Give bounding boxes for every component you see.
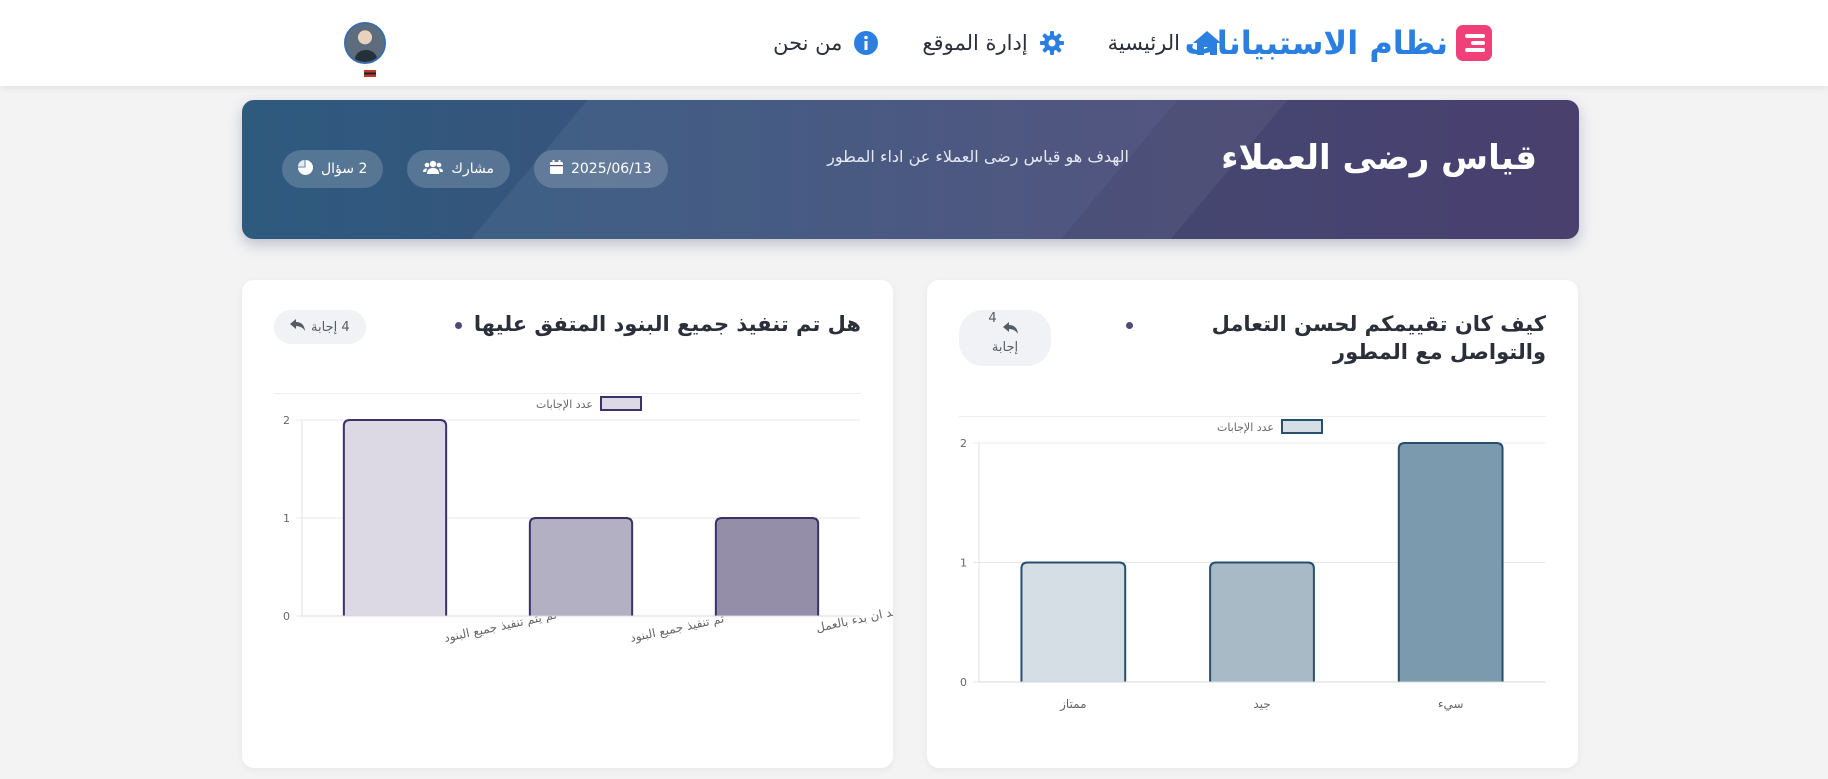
x-tick-label: تم تنفيذ جميع البنود xyxy=(629,611,726,646)
nav-item-about[interactable]: من نحن xyxy=(773,31,879,55)
y-tick-label: 0 xyxy=(283,610,290,623)
legend-swatch xyxy=(1281,419,1323,434)
home-icon xyxy=(1192,30,1222,56)
brand[interactable]: نظام الاستبيانات xyxy=(1185,18,1492,68)
language-flag-icon[interactable] xyxy=(364,70,376,77)
pie-chart-icon xyxy=(298,159,313,179)
survey-header-banner: قياس رضى العملاء الهدف هو قياس رضى العمل… xyxy=(242,100,1579,239)
x-tick-label: طلب مني المطور تعديل بعض البنود بعد ان ب… xyxy=(815,565,893,635)
legend-swatch xyxy=(600,396,642,411)
legend-label: عدد الإجابات xyxy=(1217,421,1274,434)
date-pill: 2025/06/13 xyxy=(533,150,668,188)
x-tick-label: ممتاز xyxy=(1059,697,1086,712)
users-icon xyxy=(423,160,444,178)
brand-title: نظام الاستبيانات xyxy=(1184,24,1448,62)
nav-item-home[interactable]: الرئيسية xyxy=(1108,30,1222,56)
bar xyxy=(342,419,448,616)
survey-meta: 2 سؤال مشارك 2025/06/13 xyxy=(282,150,668,188)
y-tick-label: 0 xyxy=(960,676,967,689)
survey-date: 2025/06/13 xyxy=(570,161,652,177)
bar xyxy=(528,517,634,616)
user-avatar[interactable] xyxy=(344,22,386,64)
y-tick-label: 2 xyxy=(283,414,290,427)
answers-bar-chart: 012عدد الإجاباتلم يتم تنفيذ جميع البنود ت… xyxy=(283,396,893,646)
x-tick-label: جيد xyxy=(1253,697,1270,711)
participants-label: مشارك xyxy=(451,161,494,177)
question-card-2: هل تم تنفيذ جميع البنود المتفق عليها 4 إ… xyxy=(242,280,893,768)
top-navbar: نظام الاستبيانات الرئيسية إدارة الموقع م… xyxy=(0,0,1828,86)
legend-label: عدد الإجابات xyxy=(536,398,593,411)
survey-title: قياس رضى العملاء xyxy=(1221,138,1537,178)
questions-count: 2 سؤال xyxy=(321,161,368,177)
answers-bar-chart: 0 1 2 عدد الإجابات ممتاز جيد سيء xyxy=(960,419,1545,712)
question-card-1: كيف كان تقييمكم لحسن التعامل والتواصل مع… xyxy=(927,280,1578,768)
nav-item-site-admin-label: إدارة الموقع xyxy=(922,31,1028,55)
x-tick-label: سيء xyxy=(1438,697,1464,711)
bar xyxy=(1020,561,1127,682)
y-tick-label: 1 xyxy=(283,512,290,525)
bar xyxy=(1397,442,1504,682)
gear-icon xyxy=(1039,31,1064,55)
y-tick-label: 2 xyxy=(960,437,967,450)
calendar-icon xyxy=(549,160,563,178)
questions-count-pill: 2 سؤال xyxy=(282,150,384,188)
nav-item-home-label: الرئيسية xyxy=(1107,31,1180,55)
info-icon xyxy=(854,31,879,55)
nav-menu: الرئيسية إدارة الموقع من نحن xyxy=(773,24,1222,62)
nav-item-about-label: من نحن xyxy=(773,31,843,55)
nav-item-site-admin[interactable]: إدارة الموقع xyxy=(922,31,1064,55)
survey-description: الهدف هو قياس رضى العملاء عن اداء المطور xyxy=(827,147,1129,166)
participants-pill: مشارك xyxy=(407,150,510,188)
y-tick-label: 1 xyxy=(960,557,967,570)
survey-logo-icon xyxy=(1456,25,1492,61)
bar xyxy=(714,517,820,616)
bar xyxy=(1209,561,1315,682)
